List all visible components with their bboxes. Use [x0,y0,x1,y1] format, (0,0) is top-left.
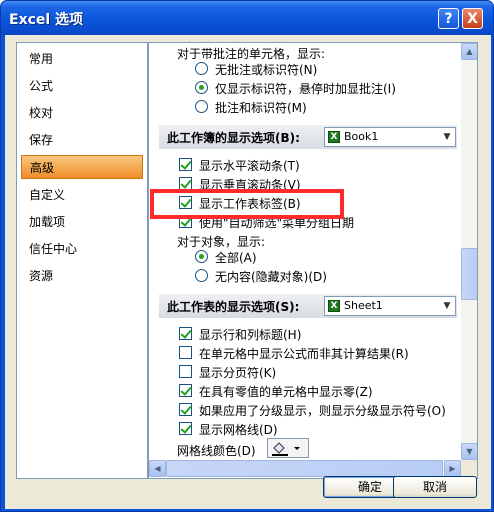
excel-workbook-icon: X [328,131,340,143]
nav-item-customize[interactable]: 自定义 [21,183,143,207]
close-button[interactable]: X [462,8,483,29]
gridline-color-picker[interactable] [267,438,309,458]
label-row-col-headers: 显示行和列标题(H) [199,328,302,342]
sheet-section-header: 此工作表的显示选项(S): X Sheet1 ▼ [159,294,457,318]
sheet-select-value: Sheet1 [344,299,383,312]
options-content: 对于带批注的单元格，显示: 无批注或标识符(N) 仅显示标识符，悬停时加显批注(… [149,43,461,460]
scroll-down-icon[interactable]: ▼ [461,443,477,460]
radio-no-comments[interactable] [195,62,208,75]
checkbox-zero-values[interactable] [179,384,192,397]
help-button[interactable]: ? [438,8,459,29]
window-title: Excel 选项 [9,12,84,28]
excel-sheet-icon: X [328,300,340,312]
scroll-up-icon[interactable]: ▲ [461,43,477,60]
workbook-select[interactable]: X Book1 ▼ [324,127,456,147]
gridline-color-label: 网格线颜色(D) [177,444,256,458]
nav-item-save[interactable]: 保存 [21,128,143,152]
dialog-body: 常用 公式 校对 保存 高级 自定义 加载项 信任中心 资源 对于带批注的单元格… [5,35,491,509]
sheet-select[interactable]: X Sheet1 ▼ [324,296,456,316]
cancel-button[interactable]: 取消 [393,476,477,498]
workbook-select-value: Book1 [344,130,379,143]
options-panel: 对于带批注的单元格，显示: 无批注或标识符(N) 仅显示标识符，悬停时加显批注(… [148,42,478,479]
label-gridlines: 显示网格线(D) [199,423,278,437]
horizontal-scrollbar[interactable]: ◀ ▶ [149,460,461,477]
workbook-section-title: 此工作簿的显示选项(B): [167,131,300,145]
radio-comments-and-indicator[interactable] [195,100,208,113]
workbook-section-header: 此工作簿的显示选项(B): X Book1 ▼ [159,125,457,149]
highlight-box [150,189,344,219]
checkbox-horizontal-scrollbar[interactable] [179,158,192,171]
scroll-right-icon[interactable]: ▶ [444,460,461,477]
vertical-scrollbar[interactable]: ▲ ▼ [461,43,477,460]
radio-indicator-only[interactable] [195,81,208,94]
category-nav: 常用 公式 校对 保存 高级 自定义 加载项 信任中心 资源 [16,42,148,479]
label-outline-symbols: 如果应用了分级显示，则显示分级显示符号(O) [199,404,446,418]
nav-item-proofing[interactable]: 校对 [21,101,143,125]
checkbox-page-breaks[interactable] [179,365,192,378]
radio-label-hide-objects: 无内容(隐藏对象)(D) [215,270,327,284]
scrollbar-thumb[interactable] [461,248,477,300]
checkbox-gridlines[interactable] [179,422,192,435]
checkbox-show-formulas[interactable] [179,346,192,359]
label-horizontal-scrollbar: 显示水平滚动条(T) [199,159,300,173]
nav-item-addins[interactable]: 加载项 [21,210,143,234]
radio-label-show-all-objects: 全部(A) [215,251,257,265]
chevron-down-icon[interactable]: ▼ [439,297,455,315]
comments-heading: 对于带批注的单元格，显示: [177,47,326,61]
radio-label-indicator-only: 仅显示标识符，悬停时加显批注(I) [215,82,396,96]
excel-options-window: Excel 选项 ? X 常用 公式 校对 保存 高级 自定义 加载项 信任中心… [0,0,494,512]
nav-item-formulas[interactable]: 公式 [21,74,143,98]
label-show-formulas: 在单元格中显示公式而非其计算结果(R) [199,347,409,361]
nav-item-trust-center[interactable]: 信任中心 [21,237,143,261]
scrollbar-corner [461,460,477,477]
label-zero-values: 在具有零值的单元格中显示零(Z) [199,385,373,399]
checkbox-row-col-headers[interactable] [179,327,192,340]
radio-label-no-comments: 无批注或标识符(N) [215,63,318,77]
checkbox-outline-symbols[interactable] [179,403,192,416]
sheet-section-title: 此工作表的显示选项(S): [167,300,300,314]
label-page-breaks: 显示分页符(K) [199,366,277,380]
paint-bucket-icon [272,442,300,456]
scroll-left-icon[interactable]: ◀ [149,460,166,477]
nav-item-common[interactable]: 常用 [21,47,143,71]
radio-show-all-objects[interactable] [195,250,208,263]
title-bar[interactable]: Excel 选项 ? X [1,1,493,35]
nav-item-resources[interactable]: 资源 [21,264,143,288]
hscrollbar-thumb[interactable] [166,460,443,477]
radio-hide-objects[interactable] [195,269,208,282]
chevron-down-icon[interactable]: ▼ [439,128,455,146]
objects-heading: 对于对象，显示: [177,235,266,249]
radio-label-comments-and-indicator: 批注和标识符(M) [215,101,307,115]
nav-item-advanced[interactable]: 高级 [21,155,143,179]
